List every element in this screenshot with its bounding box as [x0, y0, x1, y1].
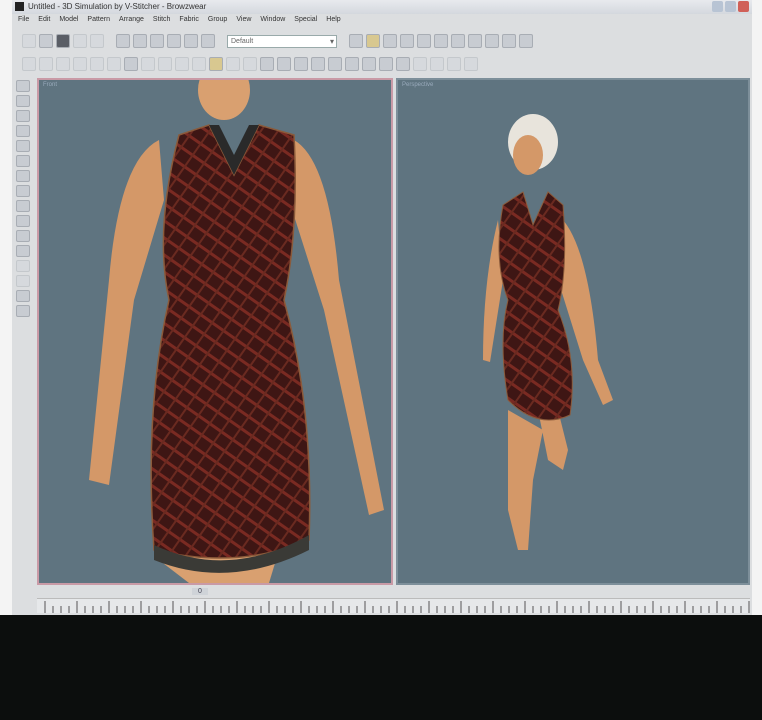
view-select[interactable]: Default: [227, 34, 337, 48]
tool-icon[interactable]: [16, 170, 30, 182]
tool-icon[interactable]: [243, 57, 257, 71]
tool-icon[interactable]: [349, 34, 363, 48]
menu-file[interactable]: File: [18, 16, 29, 27]
menu-pattern[interactable]: Pattern: [87, 16, 110, 27]
menu-help[interactable]: Help: [326, 16, 340, 27]
tool-icon[interactable]: [16, 260, 30, 272]
tool-icon[interactable]: [485, 34, 499, 48]
avatar-front-model: [89, 80, 384, 583]
tool-icon[interactable]: [175, 57, 189, 71]
save-icon[interactable]: [56, 34, 70, 48]
menu-group[interactable]: Group: [208, 16, 227, 27]
secondary-toolbar: [22, 54, 478, 74]
tool-icon[interactable]: [311, 57, 325, 71]
tool-icon[interactable]: [184, 34, 198, 48]
tool-icon[interactable]: [451, 34, 465, 48]
new-file-icon[interactable]: [22, 34, 36, 48]
tool-icon[interactable]: [22, 57, 36, 71]
menu-window[interactable]: Window: [260, 16, 285, 27]
tool-icon[interactable]: [124, 57, 138, 71]
tool-icon[interactable]: [468, 34, 482, 48]
tool-icon[interactable]: [362, 57, 376, 71]
tool-icon[interactable]: [56, 57, 70, 71]
menu-model[interactable]: Model: [59, 16, 78, 27]
tool-icon[interactable]: [16, 305, 30, 317]
tool-icon[interactable]: [396, 57, 410, 71]
menu-edit[interactable]: Edit: [38, 16, 50, 27]
menu-view[interactable]: View: [236, 16, 251, 27]
ruler-ticks: [44, 601, 750, 613]
tool-icon[interactable]: [464, 57, 478, 71]
tool-icon[interactable]: [201, 34, 215, 48]
open-icon[interactable]: [39, 34, 53, 48]
tool-icon[interactable]: [519, 34, 533, 48]
maximize-button[interactable]: [725, 1, 736, 12]
tool-icon[interactable]: [447, 57, 461, 71]
tool-icon[interactable]: [209, 57, 223, 71]
close-button[interactable]: [738, 1, 749, 12]
tool-icon[interactable]: [116, 34, 130, 48]
tool-icon[interactable]: [16, 140, 30, 152]
tool-icon[interactable]: [158, 57, 172, 71]
tool-icon[interactable]: [73, 57, 87, 71]
tool-icon[interactable]: [16, 125, 30, 137]
tool-icon[interactable]: [383, 34, 397, 48]
tool-icon[interactable]: [260, 57, 274, 71]
tool-icon[interactable]: [16, 200, 30, 212]
tool-icon[interactable]: [16, 275, 30, 287]
menu-bar: File Edit Model Pattern Arrange Stitch F…: [12, 16, 758, 27]
front-viewport[interactable]: Front: [37, 78, 393, 585]
tool-icon[interactable]: [434, 34, 448, 48]
tool-icon[interactable]: [107, 57, 121, 71]
tool-icon[interactable]: [413, 57, 427, 71]
tool-icon[interactable]: [16, 215, 30, 227]
viewport-label: Perspective: [402, 82, 434, 88]
tool-icon[interactable]: [16, 110, 30, 122]
tool-icon[interactable]: [226, 57, 240, 71]
tool-icon[interactable]: [294, 57, 308, 71]
tool-icon[interactable]: [277, 57, 291, 71]
time-indicator[interactable]: 0: [192, 588, 208, 595]
tool-icon[interactable]: [16, 290, 30, 302]
tool-icon[interactable]: [16, 185, 30, 197]
tool-icon[interactable]: [16, 230, 30, 242]
perspective-viewport[interactable]: Perspective: [396, 78, 750, 585]
app-window: Untitled - 3D Simulation by V-Stitcher -…: [12, 0, 752, 615]
render-icon[interactable]: [366, 34, 380, 48]
vertical-toolbar: [16, 80, 34, 317]
tool-icon[interactable]: [150, 34, 164, 48]
minimize-button[interactable]: [712, 1, 723, 12]
tool-icon[interactable]: [502, 34, 516, 48]
title-bar: Untitled - 3D Simulation by V-Stitcher -…: [12, 0, 752, 14]
tool-icon[interactable]: [16, 95, 30, 107]
main-toolbar: Default: [22, 31, 533, 51]
tool-icon[interactable]: [39, 57, 53, 71]
app-icon: [15, 2, 24, 11]
tool-icon[interactable]: [345, 57, 359, 71]
tool-icon[interactable]: [379, 57, 393, 71]
tool-icon[interactable]: [417, 34, 431, 48]
tool-icon[interactable]: [90, 57, 104, 71]
tool-icon[interactable]: [430, 57, 444, 71]
viewport-label: Front: [43, 82, 58, 88]
tool-icon[interactable]: [16, 155, 30, 167]
tool-icon[interactable]: [16, 245, 30, 257]
tool-icon[interactable]: [16, 80, 30, 92]
menu-fabric[interactable]: Fabric: [179, 16, 198, 27]
menu-arrange[interactable]: Arrange: [119, 16, 144, 27]
menu-special[interactable]: Special: [294, 16, 317, 27]
tool-icon[interactable]: [192, 57, 206, 71]
timeline-ruler[interactable]: [37, 598, 750, 613]
menu-stitch[interactable]: Stitch: [153, 16, 171, 27]
tool-icon[interactable]: [141, 57, 155, 71]
tool-icon[interactable]: [167, 34, 181, 48]
window-title: Untitled - 3D Simulation by V-Stitcher -…: [28, 2, 207, 11]
redo-icon[interactable]: [90, 34, 104, 48]
screen: Untitled - 3D Simulation by V-Stitcher -…: [0, 0, 762, 615]
tool-icon[interactable]: [400, 34, 414, 48]
tool-icon[interactable]: [133, 34, 147, 48]
tool-icon[interactable]: [328, 57, 342, 71]
avatar-perspective-model: [483, 114, 613, 550]
undo-icon[interactable]: [73, 34, 87, 48]
